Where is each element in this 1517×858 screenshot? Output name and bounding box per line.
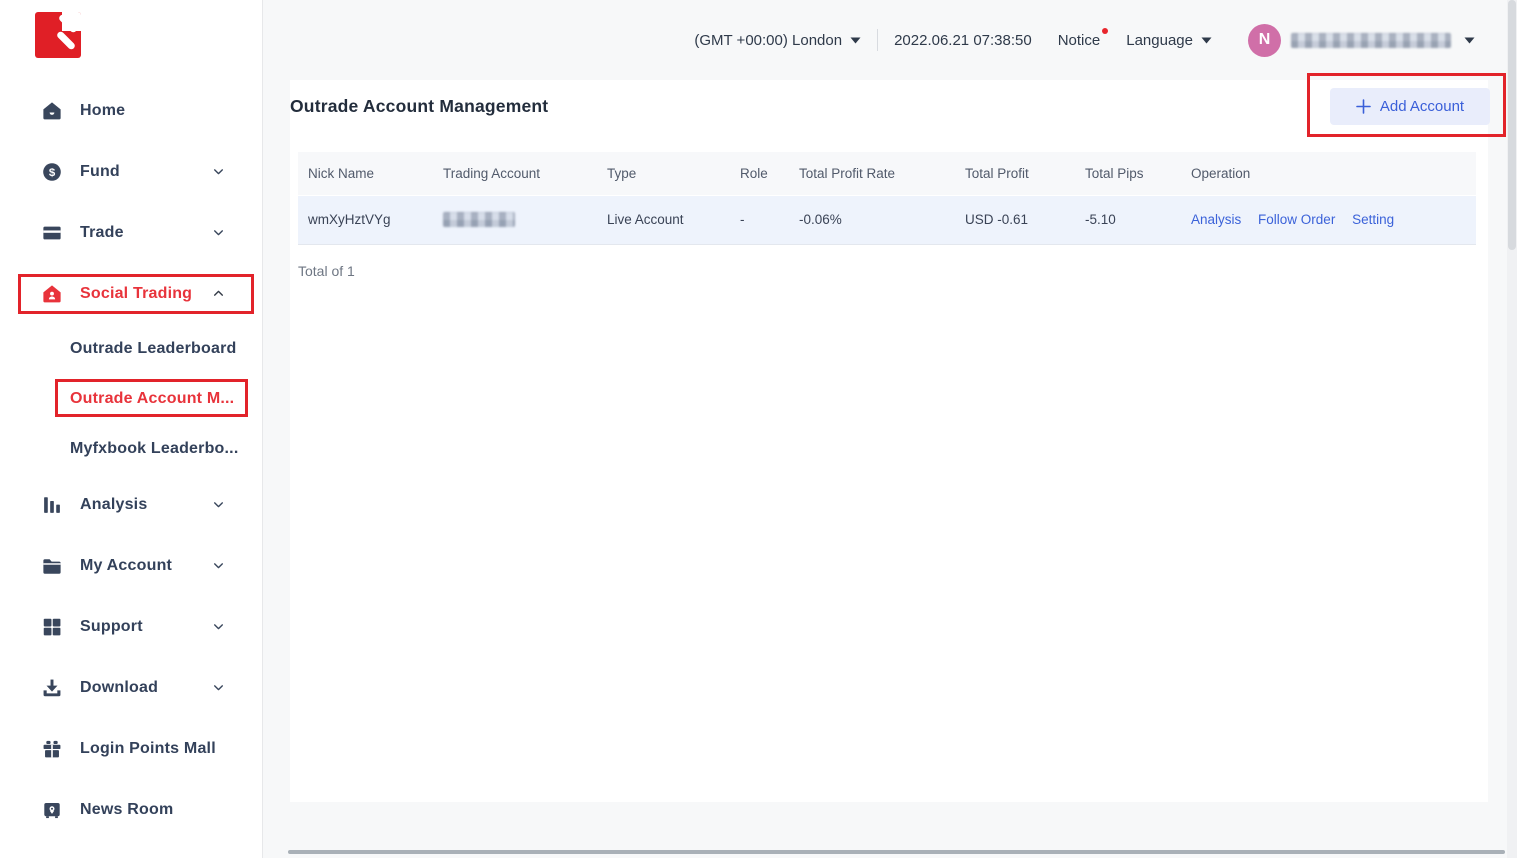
- chevron-down-icon: [212, 165, 225, 178]
- caret-down-icon: [1464, 37, 1475, 44]
- total-count-text: Total of 1: [298, 263, 355, 279]
- chevron-down-icon: [212, 620, 225, 633]
- fund-icon: $: [40, 160, 64, 184]
- sidebar-item-label: Analysis: [80, 496, 147, 514]
- sidebar-nav: Home $ Fund Trade: [0, 80, 263, 840]
- col-total-profit-rate: Total Profit Rate: [789, 152, 955, 195]
- my-account-icon: [40, 554, 64, 578]
- sidebar-item-label: Myfxbook Leaderbo...: [70, 440, 238, 458]
- sidebar-item-label: Download: [80, 679, 158, 697]
- news-room-icon: [40, 798, 64, 822]
- trading-account-redacted: [443, 212, 515, 227]
- cell-operations: Analysis Follow Order Setting: [1181, 195, 1476, 244]
- add-account-button[interactable]: Add Account: [1330, 88, 1490, 125]
- svg-text:$: $: [49, 167, 56, 179]
- sidebar-item-label: Fund: [80, 163, 120, 181]
- analysis-link[interactable]: Analysis: [1191, 212, 1241, 227]
- sidebar-item-fund[interactable]: $ Fund: [0, 141, 263, 202]
- user-avatar[interactable]: N: [1248, 24, 1281, 57]
- caret-down-icon: [1201, 37, 1212, 44]
- chevron-down-icon: [212, 681, 225, 694]
- chevron-up-icon: [212, 287, 225, 300]
- sidebar-item-social-trading[interactable]: Social Trading: [0, 263, 263, 324]
- sidebar-item-my-account[interactable]: My Account: [0, 535, 263, 596]
- app-root: Home $ Fund Trade: [0, 0, 1517, 858]
- main-content-card: Outrade Account Management Add Account N…: [290, 80, 1488, 802]
- sidebar-item-label: Outrade Account M...: [70, 390, 234, 408]
- vertical-scrollbar[interactable]: [1507, 0, 1517, 858]
- col-total-pips: Total Pips: [1075, 152, 1181, 195]
- social-trading-icon: [40, 282, 64, 306]
- sidebar-item-outrade-leaderboard[interactable]: Outrade Leaderboard: [0, 324, 263, 374]
- sidebar-item-login-points-mall[interactable]: Login Points Mall: [0, 718, 263, 779]
- col-total-profit: Total Profit: [955, 152, 1075, 195]
- table-row: wmXyHztVYg Live Account - -0.06% USD -0.…: [298, 195, 1476, 244]
- vertical-scrollbar-thumb[interactable]: [1508, 0, 1516, 250]
- cell-total-pips: -5.10: [1075, 195, 1181, 244]
- sidebar-item-label: Trade: [80, 224, 124, 242]
- analysis-icon: [40, 493, 64, 517]
- cell-nick-name: wmXyHztVYg: [298, 195, 433, 244]
- server-datetime: 2022.06.21 07:38:50: [894, 32, 1032, 49]
- chevron-down-icon: [212, 559, 225, 572]
- col-role: Role: [730, 152, 789, 195]
- sidebar-item-label: My Account: [80, 557, 172, 575]
- notice-label: Notice: [1058, 32, 1101, 49]
- plus-icon: [1356, 99, 1371, 114]
- sidebar-item-download[interactable]: Download: [0, 657, 263, 718]
- username-redacted: [1291, 33, 1451, 48]
- timezone-dropdown[interactable]: (GMT +00:00) London: [694, 32, 861, 49]
- follow-order-link[interactable]: Follow Order: [1258, 212, 1335, 227]
- table-header-row: Nick Name Trading Account Type Role Tota…: [298, 152, 1476, 195]
- chevron-down-icon: [212, 226, 225, 239]
- col-operation: Operation: [1181, 152, 1476, 195]
- language-label: Language: [1126, 32, 1193, 49]
- chevron-down-icon: [212, 498, 225, 511]
- horizontal-scrollbar[interactable]: [288, 850, 1505, 855]
- cell-total-profit-rate: -0.06%: [789, 195, 955, 244]
- sidebar-item-support[interactable]: Support: [0, 596, 263, 657]
- sidebar-item-home[interactable]: Home: [0, 80, 263, 141]
- cell-type: Live Account: [597, 195, 730, 244]
- topbar-divider: [877, 29, 878, 51]
- brand-logo-icon[interactable]: [35, 12, 81, 58]
- points-mall-icon: [40, 737, 64, 761]
- sidebar-item-label: Support: [80, 618, 143, 636]
- accounts-table: Nick Name Trading Account Type Role Tota…: [298, 152, 1476, 245]
- sidebar-item-news-room[interactable]: News Room: [0, 779, 263, 840]
- horizontal-scrollbar-thumb[interactable]: [288, 850, 1505, 854]
- sidebar: Home $ Fund Trade: [0, 0, 263, 858]
- cell-role: -: [730, 195, 789, 244]
- col-nick-name: Nick Name: [298, 152, 433, 195]
- col-trading-account: Trading Account: [433, 152, 597, 195]
- sidebar-item-label: Social Trading: [80, 285, 192, 303]
- home-icon: [40, 99, 64, 123]
- add-account-label: Add Account: [1380, 98, 1464, 115]
- notice-badge-dot: [1102, 28, 1108, 34]
- notice-link[interactable]: Notice: [1058, 32, 1101, 49]
- sidebar-item-label: News Room: [80, 801, 173, 819]
- cell-trading-account: [433, 195, 597, 244]
- cell-total-profit: USD -0.61: [955, 195, 1075, 244]
- sidebar-item-label: Home: [80, 102, 125, 120]
- sidebar-item-trade[interactable]: Trade: [0, 202, 263, 263]
- user-menu[interactable]: [1291, 33, 1475, 48]
- timezone-label: (GMT +00:00) London: [694, 32, 842, 49]
- sidebar-item-label: Outrade Leaderboard: [70, 340, 237, 358]
- setting-link[interactable]: Setting: [1352, 212, 1394, 227]
- caret-down-icon: [850, 37, 861, 44]
- download-icon: [40, 676, 64, 700]
- topbar: (GMT +00:00) London 2022.06.21 07:38:50 …: [264, 0, 1507, 80]
- sidebar-item-label: Login Points Mall: [80, 740, 216, 758]
- trade-icon: [40, 221, 64, 245]
- support-icon: [40, 615, 64, 639]
- col-type: Type: [597, 152, 730, 195]
- sidebar-item-myfxbook-leaderboard[interactable]: Myfxbook Leaderbo...: [0, 424, 263, 474]
- language-dropdown[interactable]: Language: [1126, 32, 1212, 49]
- page-title: Outrade Account Management: [290, 96, 548, 117]
- sidebar-item-analysis[interactable]: Analysis: [0, 474, 263, 535]
- sidebar-item-outrade-account-management[interactable]: Outrade Account M...: [0, 374, 263, 424]
